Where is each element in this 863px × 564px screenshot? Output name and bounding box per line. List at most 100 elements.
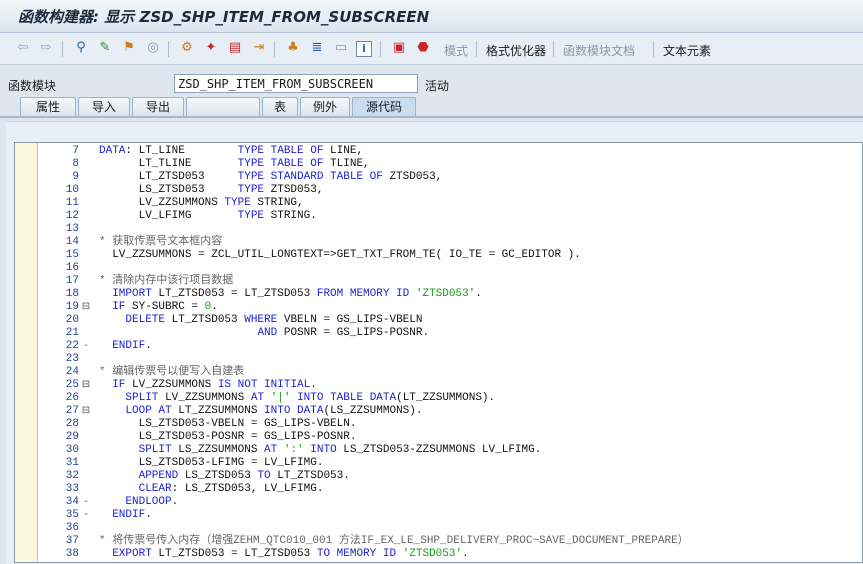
- line-number: 32: [65, 470, 79, 482]
- code-line[interactable]: * 将传票号传入内存（增强ZEHM_QTC010_001 方法IF_EX_LE_…: [99, 535, 689, 548]
- code-line[interactable]: LV_ZZSUMMONS TYPE STRING,: [99, 197, 304, 210]
- fold-marker: -: [82, 510, 89, 521]
- fold-marker: [79, 275, 93, 288]
- line-number: 14: [65, 236, 79, 248]
- code-line[interactable]: LS_ZTSD053 TYPE ZTSD053,: [99, 184, 324, 197]
- code-line[interactable]: DATA: LT_LINE TYPE TABLE OF LINE,: [99, 145, 363, 158]
- code-line[interactable]: ENDIF.: [99, 509, 152, 522]
- line-numbers: 7 8 9 10 11 12 13 14 15 16 17 18 19 20 21 22 23 24 25 26 27 2…: [37, 143, 79, 562]
- activate-icon[interactable]: ⚑: [120, 39, 138, 57]
- navigate-icon[interactable]: ⇥: [250, 39, 268, 57]
- tab-source-code[interactable]: 源代码: [352, 97, 416, 116]
- pattern-icon[interactable]: ♣: [284, 39, 302, 57]
- back-arrow-icon[interactable]: ⇦: [14, 39, 32, 57]
- code-line[interactable]: * 获取传票号文本框内容: [99, 236, 222, 249]
- stop-sign-icon[interactable]: ⬣: [414, 39, 432, 57]
- code-text: LS_ZTSD053-POSNR = GS_LIPS-POSNR.: [99, 431, 357, 443]
- code-line[interactable]: IF LV_ZZSUMMONS IS NOT INITIAL.: [99, 379, 317, 392]
- code-keyword: IF: [112, 301, 126, 313]
- line-number: 31: [65, 457, 79, 469]
- code-line[interactable]: SPLIT LV_ZZSUMMONS AT '|' INTO TABLE DAT…: [99, 392, 495, 405]
- fold-marker: [79, 327, 93, 340]
- tab-exceptions[interactable]: 例外: [300, 97, 350, 116]
- code-line[interactable]: IMPORT LT_ZTSD053 = LT_ZTSD053 FROM MEMO…: [99, 288, 482, 301]
- check-icon[interactable]: ◎: [144, 39, 162, 57]
- where-used-icon[interactable]: ▤: [226, 39, 244, 57]
- pretty-printer-icon[interactable]: ≣: [308, 39, 326, 57]
- code-line[interactable]: LT_TLINE TYPE TABLE OF TLINE,: [99, 158, 370, 171]
- code-text: LV_ZZSUMMONS: [158, 392, 251, 404]
- source-code-editor[interactable]: 7 8 9 10 11 12 13 14 15 16 17 18 19 20 21 22 23 24 25 26 27 2…: [14, 142, 863, 563]
- fold-marker: [79, 145, 93, 158]
- tab-changing[interactable]: [186, 97, 260, 116]
- code-line[interactable]: LS_ZTSD053-LFIMG = LV_LFIMG.: [99, 457, 324, 470]
- tab-import[interactable]: 导入: [78, 97, 130, 116]
- code-line[interactable]: APPEND LS_ZTSD053 TO LT_ZTSD053.: [99, 470, 350, 483]
- forward-arrow-icon[interactable]: ⇨: [37, 39, 55, 57]
- fold-toggle-icon[interactable]: ⊟: [79, 301, 93, 314]
- test-icon[interactable]: ⚙: [178, 39, 196, 57]
- tab-export[interactable]: 导出: [132, 97, 184, 116]
- code-text: SY-SUBRC =: [125, 301, 205, 313]
- line-number: 33: [65, 483, 79, 495]
- line-number: 15: [65, 249, 79, 261]
- code-text: .: [310, 379, 317, 391]
- code-line[interactable]: LOOP AT LT_ZZSUMMONS INTO DATA(LS_ZZSUMM…: [99, 405, 422, 418]
- code-keyword: INTO DATA: [264, 405, 324, 417]
- code-line[interactable]: LV_ZZSUMMONS = ZCL_UTIL_LONGTEXT=>GET_TX…: [99, 249, 581, 262]
- code-line[interactable]: LV_LFIMG TYPE STRING.: [99, 210, 317, 223]
- display-change-icon[interactable]: ✎: [96, 39, 114, 57]
- code-line[interactable]: * 编辑传票号以便写入自建表: [99, 366, 244, 379]
- code-line[interactable]: CLEAR: LS_ZTSD053, LV_LFIMG.: [99, 483, 324, 496]
- code-area[interactable]: DATA: LT_LINE TYPE TABLE OF LINE, LT_TLI…: [99, 143, 862, 562]
- pattern-button[interactable]: 模式: [444, 42, 468, 59]
- code-keyword: AT: [264, 444, 278, 456]
- code-line[interactable]: SPLIT LS_ZZSUMMONS AT ':' INTO LS_ZTSD05…: [99, 444, 542, 457]
- code-keyword: INTO TABLE DATA: [297, 392, 397, 404]
- code-line[interactable]: LS_ZTSD053-POSNR = GS_LIPS-POSNR.: [99, 431, 357, 444]
- fold-marker: [79, 353, 93, 366]
- hierarchy-icon[interactable]: ✦: [202, 39, 220, 57]
- code-text: VBELN = GS_LIPS-VBELN: [277, 314, 423, 326]
- tab-tables[interactable]: 表: [262, 97, 298, 116]
- code-line[interactable]: EXPORT LT_ZTSD053 = LT_ZTSD053 TO MEMORY…: [99, 548, 469, 561]
- fold-toggle-icon[interactable]: ⊟: [79, 379, 93, 392]
- code-literal: ':': [283, 444, 304, 456]
- code-line[interactable]: DELETE LT_ZTSD053 WHERE VBELN = GS_LIPS-…: [99, 314, 422, 327]
- info-icon[interactable]: i: [356, 41, 372, 57]
- fold-marker: [79, 314, 93, 327]
- fold-toggle-icon[interactable]: ⊟: [79, 405, 93, 418]
- code-line[interactable]: ENDIF.: [99, 340, 152, 353]
- code-text: LS_ZTSD053-ZZSUMMONS LV_LFIMG.: [336, 444, 542, 456]
- stop-icon[interactable]: ▭: [332, 39, 350, 57]
- sap-icon[interactable]: ▣: [390, 39, 408, 57]
- code-line[interactable]: IF SY-SUBRC = 0.: [99, 301, 218, 314]
- code-keyword: TO MEMORY ID: [316, 548, 397, 560]
- code-text: .: [475, 288, 482, 300]
- pretty-printer-button[interactable]: 格式优化器: [486, 42, 546, 59]
- function-module-name-field[interactable]: ZSD_SHP_ITEM_FROM_SUBSCREEN: [174, 74, 418, 93]
- text-elements-button[interactable]: 文本元素: [663, 42, 711, 59]
- other-object-icon[interactable]: ⚲: [72, 39, 90, 57]
- code-line[interactable]: * 清除内存中该行项目数据: [99, 275, 233, 288]
- line-number: 34: [65, 496, 79, 508]
- code-keyword: INTO: [310, 444, 337, 456]
- code-text: LV_LFIMG: [99, 210, 238, 222]
- line-number: 13: [65, 223, 79, 235]
- code-line[interactable]: ENDLOOP.: [99, 496, 178, 509]
- code-line[interactable]: AND POSNR = GS_LIPS-POSNR.: [99, 327, 429, 340]
- code-text: POSNR = GS_LIPS-POSNR.: [277, 327, 430, 339]
- code-line[interactable]: LT_ZTSD053 TYPE STANDARD TABLE OF ZTSD05…: [99, 171, 443, 184]
- code-text: .: [462, 548, 469, 560]
- fold-marker: [79, 158, 93, 171]
- tab-attributes[interactable]: 属性: [20, 97, 76, 116]
- line-number: 38: [65, 548, 79, 560]
- fold-marker: -: [82, 341, 89, 352]
- code-text: LINE,: [323, 145, 364, 157]
- function-module-docs-button[interactable]: 函数模块文档: [563, 42, 635, 59]
- code-line[interactable]: LS_ZTSD053-VBELN = GS_LIPS-VBELN.: [99, 418, 357, 431]
